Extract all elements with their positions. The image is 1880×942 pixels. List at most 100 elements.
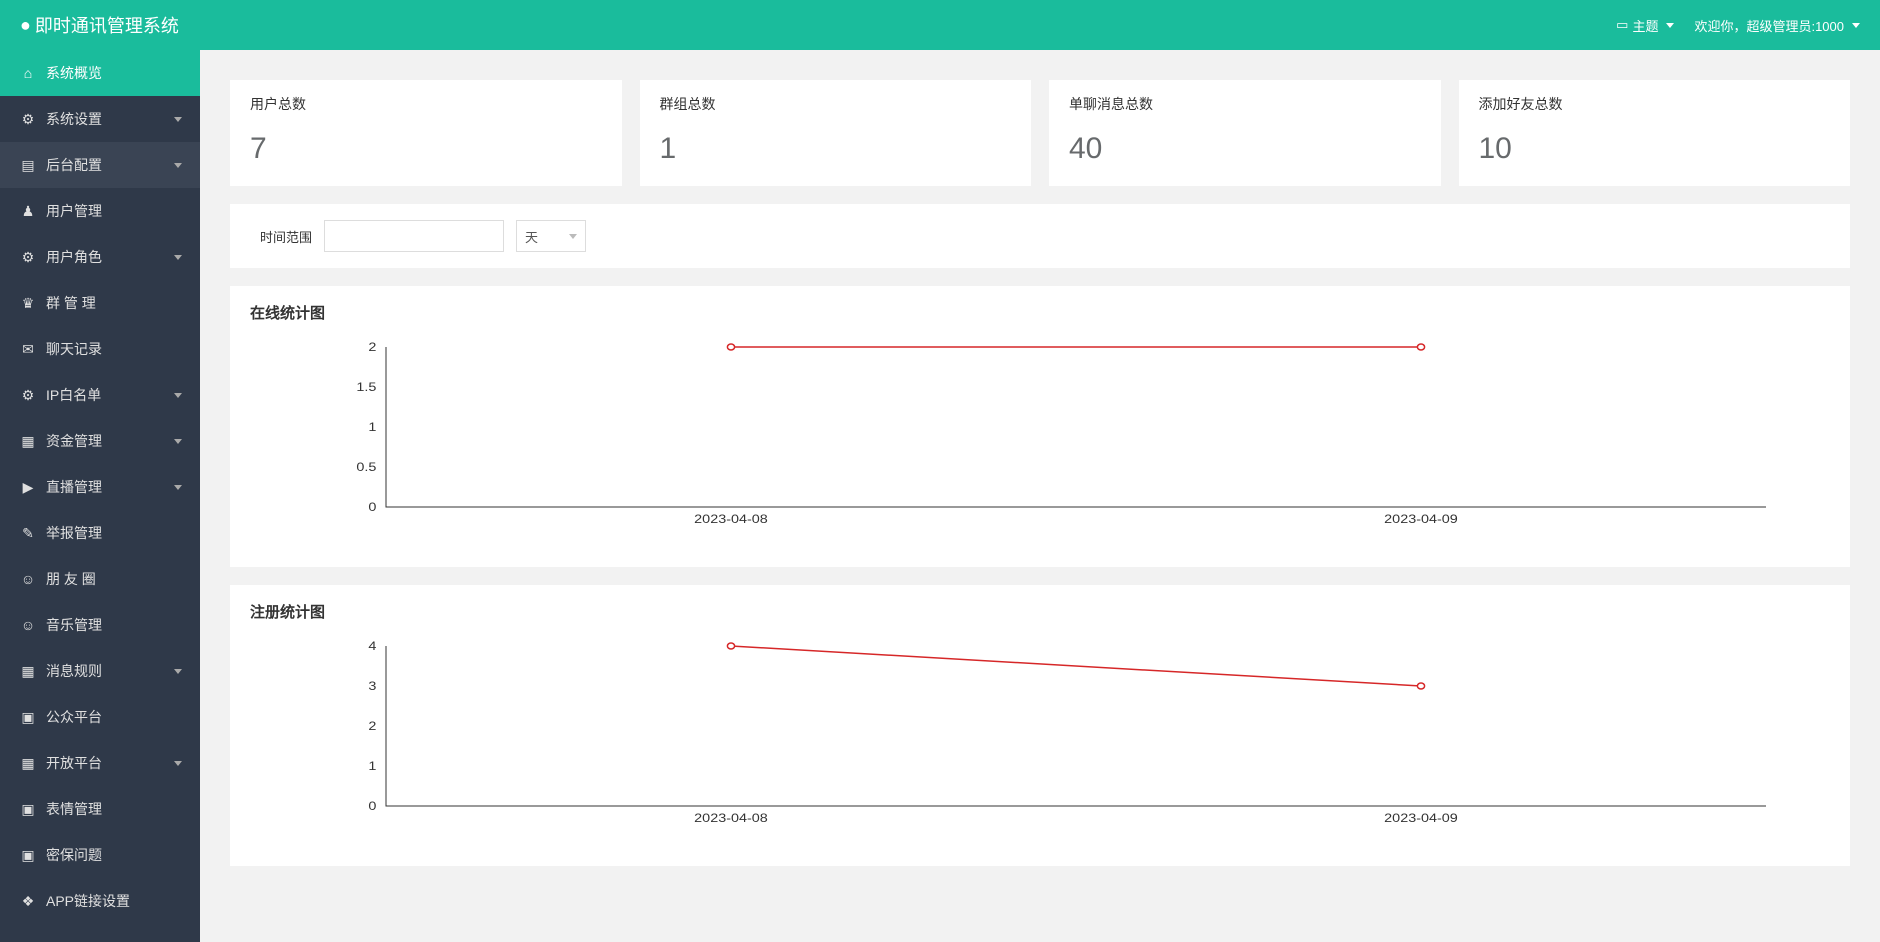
stat-card-2: 单聊消息总数40 <box>1049 80 1441 186</box>
svg-text:2023-04-08: 2023-04-08 <box>694 512 768 526</box>
svg-text:1: 1 <box>368 759 376 773</box>
unit-value: 天 <box>525 227 538 246</box>
caret-down-icon <box>1852 23 1860 28</box>
sidebar-item-18[interactable]: ❖ APP链接设置 <box>0 878 200 924</box>
stat-label: 添加好友总数 <box>1479 94 1831 114</box>
theme-dropdown[interactable]: ▭ 主题 <box>1616 16 1674 35</box>
sidebar-item-label: 朋 友 圈 <box>46 569 96 589</box>
filter-row: 时间范围 天 <box>230 204 1850 268</box>
sidebar-item-label: 用户角色 <box>46 247 102 267</box>
svg-text:1.5: 1.5 <box>356 380 376 394</box>
time-range-label: 时间范围 <box>260 227 312 246</box>
sidebar-item-0[interactable]: ⌂ 系统概览 <box>0 50 200 96</box>
sidebar-item-15[interactable]: ▦开放平台 <box>0 740 200 786</box>
svg-text:2023-04-09: 2023-04-09 <box>1384 512 1458 526</box>
sidebar-item-label: 群 管 理 <box>46 293 96 313</box>
menu-icon: ▦ <box>20 663 36 680</box>
register-chart-card: 注册统计图 012342023-04-082023-04-09 <box>230 585 1850 866</box>
svg-text:4: 4 <box>368 639 376 653</box>
menu-icon: ☺ <box>20 571 36 587</box>
sidebar-item-2[interactable]: ▤后台配置 <box>0 142 200 188</box>
user-dropdown[interactable]: 欢迎你，超级管理员:1000 <box>1694 16 1860 35</box>
online-chart-card: 在线统计图 00.511.522023-04-082023-04-09 <box>230 286 1850 567</box>
svg-text:2: 2 <box>368 719 376 733</box>
chat-icon: ▭ <box>1616 17 1628 33</box>
sidebar-item-label: 表情管理 <box>46 799 102 819</box>
menu-icon: ▶ <box>20 479 36 496</box>
caret-down-icon <box>174 761 182 766</box>
svg-text:2: 2 <box>368 340 376 354</box>
svg-text:0: 0 <box>368 500 376 514</box>
caret-down-icon <box>1666 23 1674 28</box>
unit-select[interactable]: 天 <box>516 220 586 252</box>
sidebar-item-8[interactable]: ▦资金管理 <box>0 418 200 464</box>
sidebar-item-1[interactable]: ⚙ 系统设置 <box>0 96 200 142</box>
menu-icon: ▣ <box>20 801 36 818</box>
sidebar-item-label: 音乐管理 <box>46 615 102 635</box>
caret-down-icon <box>174 485 182 490</box>
chart-area: 012342023-04-082023-04-09 <box>350 636 1790 836</box>
menu-icon: ❖ <box>20 893 36 910</box>
chart-title: 注册统计图 <box>250 601 1830 622</box>
chart-title: 在线统计图 <box>250 302 1830 323</box>
caret-down-icon <box>174 393 182 398</box>
sidebar-item-label: APP链接设置 <box>46 891 130 911</box>
stat-value: 1 <box>660 132 1012 166</box>
stat-card-3: 添加好友总数 10 <box>1459 80 1851 186</box>
stat-value: 7 <box>250 132 602 166</box>
welcome-text: 欢迎你，超级管理员:1000 <box>1694 16 1844 35</box>
stat-label: 单聊消息总数 <box>1069 94 1421 114</box>
caret-down-icon <box>174 255 182 260</box>
sidebar-item-label: 系统概览 <box>46 63 102 83</box>
menu-icon: ♛ <box>20 295 36 312</box>
sidebar-item-label: 用户管理 <box>46 201 102 221</box>
header-right: ▭ 主题 欢迎你，超级管理员:1000 <box>1616 16 1860 35</box>
sidebar-item-13[interactable]: ▦消息规则 <box>0 648 200 694</box>
sidebar-item-label: 直播管理 <box>46 477 102 497</box>
sidebar-item-9[interactable]: ▶ 直播管理 <box>0 464 200 510</box>
sidebar-item-7[interactable]: ⚙IP白名单 <box>0 372 200 418</box>
stat-label: 群组总数 <box>660 94 1012 114</box>
caret-down-icon <box>174 439 182 444</box>
app-title: 即时通讯管理系统 <box>20 12 179 38</box>
main-content: 用户总数7群组总数1单聊消息总数40添加好友总数10 时间范围 天 在线统计图 … <box>200 50 1880 942</box>
sidebar-item-3[interactable]: ♟用户管理 <box>0 188 200 234</box>
menu-icon: ✉ <box>20 341 36 358</box>
sidebar-item-14[interactable]: ▣公众平台 <box>0 694 200 740</box>
caret-down-icon <box>174 163 182 168</box>
sidebar-item-label: 公众平台 <box>46 707 102 727</box>
svg-text:0: 0 <box>368 799 376 813</box>
menu-icon: ⚙ <box>20 249 36 266</box>
menu-icon: ▤ <box>20 157 36 174</box>
sidebar: ⌂ 系统概览 ⚙ 系统设置 ▤后台配置♟用户管理 ⚙ 用户角色 ♛ 群 管 理 ✉ 聊天记录 ⚙IP白… <box>0 50 200 942</box>
menu-icon: ▦ <box>20 433 36 450</box>
caret-down-icon <box>174 117 182 122</box>
header: 即时通讯管理系统 ▭ 主题 欢迎你，超级管理员:1000 <box>0 0 1880 50</box>
svg-text:2023-04-09: 2023-04-09 <box>1384 811 1458 825</box>
sidebar-item-17[interactable]: ▣ 密保问题 <box>0 832 200 878</box>
sidebar-item-label: 举报管理 <box>46 523 102 543</box>
sidebar-item-label: 系统设置 <box>46 109 102 129</box>
chevron-down-icon <box>569 234 577 239</box>
menu-icon: ☺ <box>20 617 36 633</box>
sidebar-item-4[interactable]: ⚙ 用户角色 <box>0 234 200 280</box>
sidebar-item-11[interactable]: ☺ 朋 友 圈 <box>0 556 200 602</box>
sidebar-item-6[interactable]: ✉ 聊天记录 <box>0 326 200 372</box>
sidebar-item-10[interactable]: ✎ 举报管理 <box>0 510 200 556</box>
time-range-input[interactable] <box>324 220 504 252</box>
sidebar-item-5[interactable]: ♛ 群 管 理 <box>0 280 200 326</box>
menu-icon: ⚙ <box>20 387 36 404</box>
menu-icon: ✎ <box>20 525 36 542</box>
stat-card-1: 群组总数 1 <box>640 80 1032 186</box>
menu-icon: ⌂ <box>20 65 36 81</box>
sidebar-item-label: 聊天记录 <box>46 339 102 359</box>
menu-icon: ▣ <box>20 847 36 864</box>
sidebar-item-16[interactable]: ▣ 表情管理 <box>0 786 200 832</box>
sidebar-item-12[interactable]: ☺ 音乐管理 <box>0 602 200 648</box>
stats-row: 用户总数7 群组总数 1 单聊消息总数40 添加好友总数 10 <box>230 80 1850 186</box>
sidebar-item-label: 密保问题 <box>46 845 102 865</box>
stat-value: 10 <box>1479 132 1831 166</box>
menu-icon: ⚙ <box>20 111 36 128</box>
stat-card-0: 用户总数7 <box>230 80 622 186</box>
theme-label: 主题 <box>1632 16 1658 35</box>
